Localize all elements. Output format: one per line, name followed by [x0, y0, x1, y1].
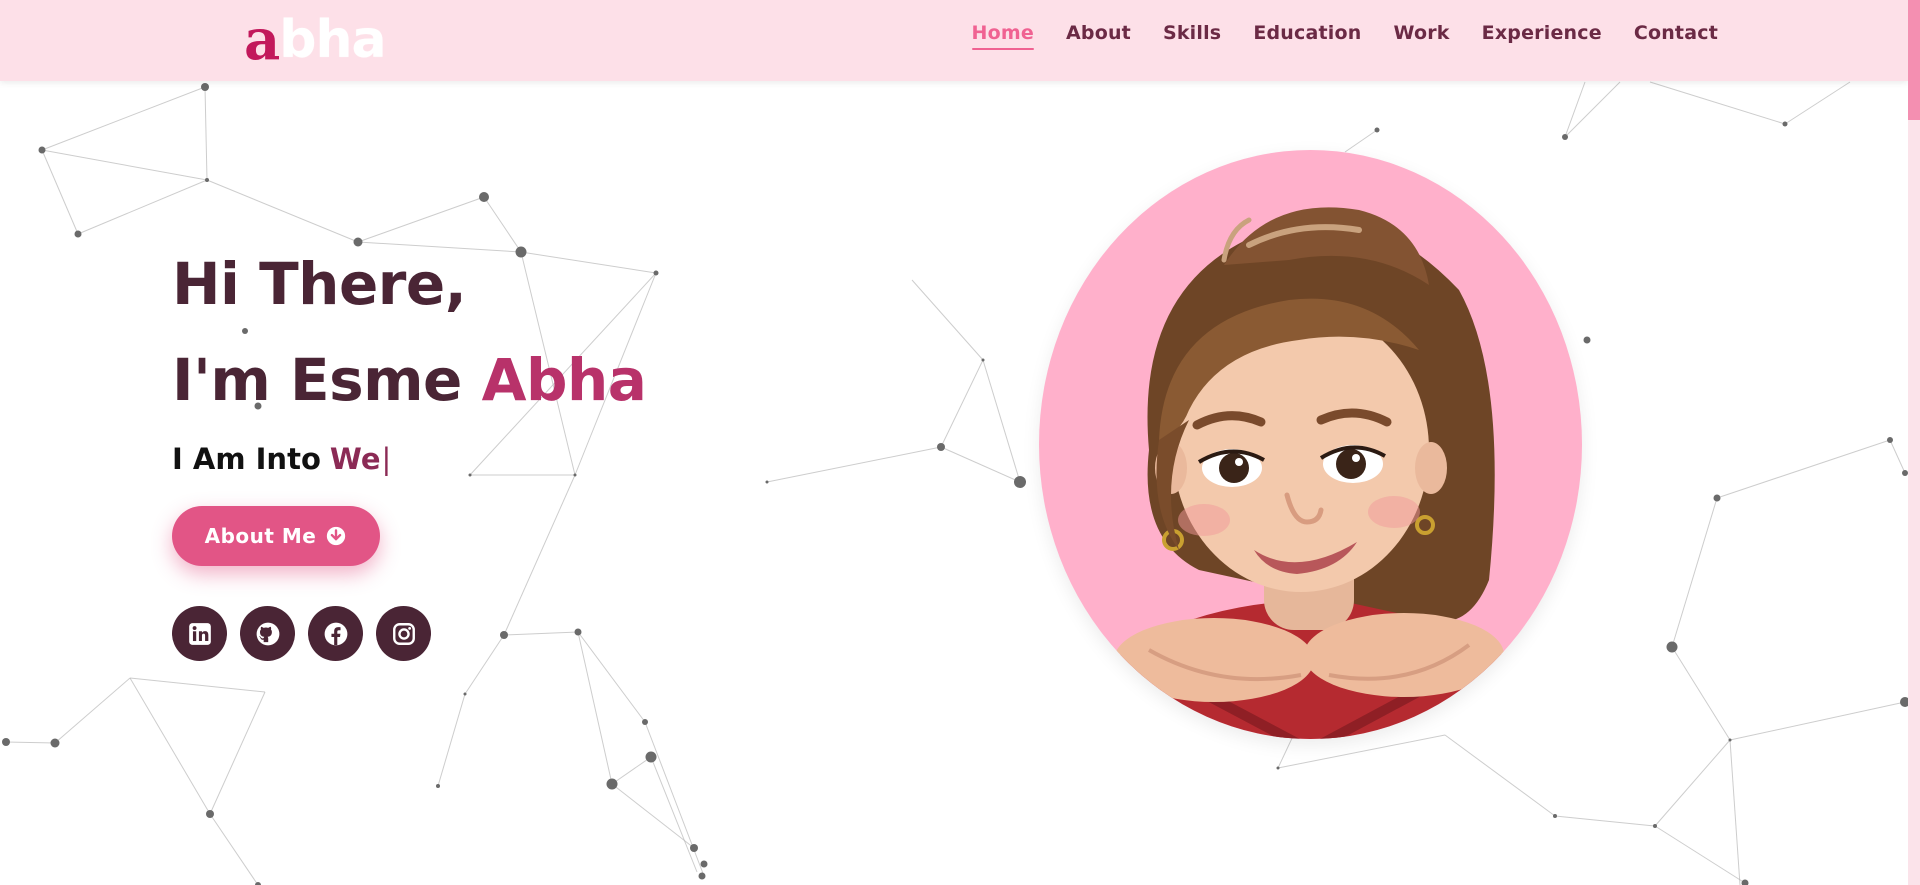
nav-link-work[interactable]: Work	[1394, 22, 1450, 50]
arrow-down-circle-icon	[325, 525, 347, 547]
nav-link-education[interactable]: Education	[1253, 22, 1361, 50]
nav-link-skills[interactable]: Skills	[1163, 22, 1221, 50]
typing-cursor: |	[381, 442, 392, 476]
nav-link-about[interactable]: About	[1066, 22, 1131, 50]
github-link[interactable]	[240, 606, 295, 661]
typing-line: I Am Into We |	[172, 442, 646, 476]
navbar: a bha Home About Skills Education Work E…	[0, 0, 1908, 81]
instagram-icon	[392, 622, 415, 645]
instagram-link[interactable]	[376, 606, 431, 661]
nav-link-contact[interactable]: Contact	[1634, 22, 1718, 50]
social-links	[172, 606, 646, 661]
scrollbar-track[interactable]	[1908, 0, 1920, 885]
hero-intro-prefix: I'm Esme	[172, 346, 462, 414]
scrollbar-thumb[interactable]	[1908, 0, 1920, 120]
hero-intro: I'm Esme Abha	[172, 332, 647, 428]
github-icon	[256, 622, 279, 645]
hero-section: Hi There, I'm Esme Abha I Am Into We | A…	[172, 236, 647, 661]
linkedin-link[interactable]	[172, 606, 227, 661]
facebook-icon	[324, 622, 347, 645]
typing-prefix: I Am Into	[172, 442, 321, 476]
nav-link-home[interactable]: Home	[971, 22, 1035, 50]
hero-name-highlight: Abha	[481, 346, 647, 414]
facebook-link[interactable]	[308, 606, 363, 661]
hero-greeting: Hi There,	[172, 250, 467, 318]
profile-avatar	[1039, 150, 1582, 739]
nav-link-experience[interactable]: Experience	[1482, 22, 1602, 50]
logo-initial: a	[244, 7, 280, 73]
about-me-button[interactable]: About Me	[172, 506, 380, 566]
nav-links: Home About Skills Education Work Experie…	[971, 22, 1718, 50]
linkedin-icon	[188, 622, 211, 645]
about-me-button-label: About Me	[204, 524, 317, 548]
hero-heading: Hi There, I'm Esme Abha	[172, 236, 647, 428]
logo[interactable]: a bha	[244, 7, 387, 73]
logo-text: bha	[279, 10, 386, 70]
memoji-avatar-illustration	[1039, 207, 1582, 739]
typing-text: We	[329, 442, 381, 476]
